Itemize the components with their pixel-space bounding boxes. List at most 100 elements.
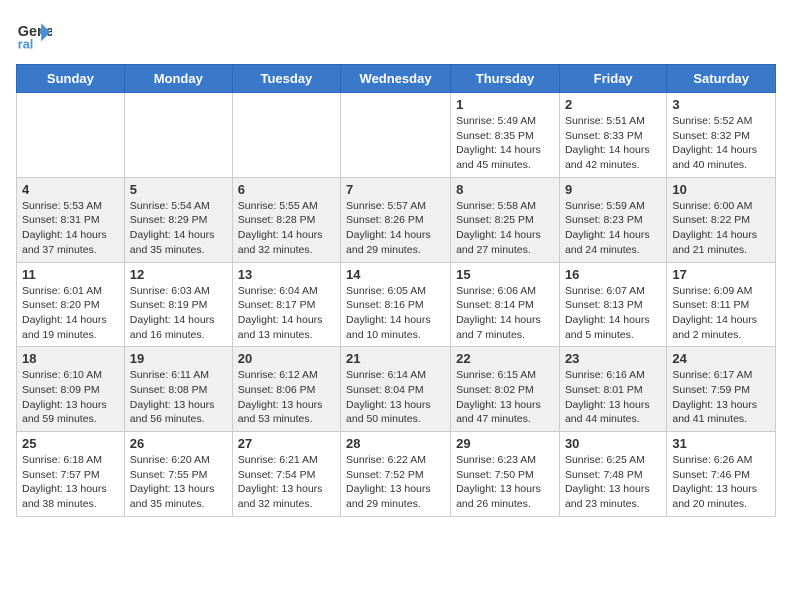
date-number: 14 <box>346 267 445 282</box>
date-number: 28 <box>346 436 445 451</box>
calendar-cell: 11 Sunrise: 6:01 AMSunset: 8:20 PMDayligh… <box>17 262 125 347</box>
cell-info: Sunrise: 6:21 AMSunset: 7:54 PMDaylight:… <box>238 453 335 512</box>
cell-info: Sunrise: 5:49 AMSunset: 8:35 PMDaylight:… <box>456 114 554 173</box>
week-row-3: 11 Sunrise: 6:01 AMSunset: 8:20 PMDayligh… <box>17 262 776 347</box>
cell-info: Sunrise: 6:20 AMSunset: 7:55 PMDaylight:… <box>130 453 227 512</box>
cell-info: Sunrise: 5:53 AMSunset: 8:31 PMDaylight:… <box>22 199 119 258</box>
calendar-cell: 2 Sunrise: 5:51 AMSunset: 8:33 PMDaylight… <box>559 93 666 178</box>
calendar-cell: 15 Sunrise: 6:06 AMSunset: 8:14 PMDayligh… <box>451 262 560 347</box>
date-number: 6 <box>238 182 335 197</box>
date-number: 4 <box>22 182 119 197</box>
cell-info: Sunrise: 5:51 AMSunset: 8:33 PMDaylight:… <box>565 114 661 173</box>
date-number: 10 <box>672 182 770 197</box>
cell-info: Sunrise: 6:09 AMSunset: 8:11 PMDaylight:… <box>672 284 770 343</box>
week-row-1: 1 Sunrise: 5:49 AMSunset: 8:35 PMDaylight… <box>17 93 776 178</box>
calendar-cell: 28 Sunrise: 6:22 AMSunset: 7:52 PMDayligh… <box>341 432 451 517</box>
day-header-thursday: Thursday <box>451 65 560 93</box>
date-number: 26 <box>130 436 227 451</box>
date-number: 27 <box>238 436 335 451</box>
cell-info: Sunrise: 5:58 AMSunset: 8:25 PMDaylight:… <box>456 199 554 258</box>
calendar-cell: 5Sunrise: 5:54 AMSunset: 8:29 PMDaylight… <box>124 177 232 262</box>
calendar-cell: 25Sunrise: 6:18 AMSunset: 7:57 PMDayligh… <box>17 432 125 517</box>
day-header-friday: Friday <box>559 65 666 93</box>
day-header-sunday: Sunday <box>17 65 125 93</box>
date-number: 16 <box>565 267 661 282</box>
cell-info: Sunrise: 6:00 AMSunset: 8:22 PMDaylight:… <box>672 199 770 258</box>
date-number: 22 <box>456 351 554 366</box>
date-number: 15 <box>456 267 554 282</box>
week-row-4: 18Sunrise: 6:10 AMSunset: 8:09 PMDayligh… <box>17 347 776 432</box>
cell-info: Sunrise: 5:52 AMSunset: 8:32 PMDaylight:… <box>672 114 770 173</box>
day-header-monday: Monday <box>124 65 232 93</box>
date-number: 23 <box>565 351 661 366</box>
logo-icon: Gene ral <box>16 16 52 52</box>
days-header-row: SundayMondayTuesdayWednesdayThursdayFrid… <box>17 65 776 93</box>
calendar-cell: 17 Sunrise: 6:09 AMSunset: 8:11 PMDayligh… <box>667 262 776 347</box>
date-number: 9 <box>565 182 661 197</box>
week-row-5: 25Sunrise: 6:18 AMSunset: 7:57 PMDayligh… <box>17 432 776 517</box>
date-number: 17 <box>672 267 770 282</box>
day-header-tuesday: Tuesday <box>232 65 340 93</box>
date-number: 11 <box>22 267 119 282</box>
cell-info: Sunrise: 6:06 AMSunset: 8:14 PMDaylight:… <box>456 284 554 343</box>
date-number: 13 <box>238 267 335 282</box>
cell-info: Sunrise: 6:01 AMSunset: 8:20 PMDaylight:… <box>22 284 119 343</box>
date-number: 7 <box>346 182 445 197</box>
calendar-cell: 24 Sunrise: 6:17 AMSunset: 7:59 PMDayligh… <box>667 347 776 432</box>
date-number: 1 <box>456 97 554 112</box>
cell-info: Sunrise: 6:04 AMSunset: 8:17 PMDaylight:… <box>238 284 335 343</box>
calendar-cell: 29Sunrise: 6:23 AMSunset: 7:50 PMDayligh… <box>451 432 560 517</box>
calendar-cell <box>17 93 125 178</box>
cell-info: Sunrise: 5:55 AMSunset: 8:28 PMDaylight:… <box>238 199 335 258</box>
calendar-cell: 9Sunrise: 5:59 AMSunset: 8:23 PMDaylight… <box>559 177 666 262</box>
date-number: 8 <box>456 182 554 197</box>
date-number: 29 <box>456 436 554 451</box>
calendar-cell: 30 Sunrise: 6:25 AMSunset: 7:48 PMDayligh… <box>559 432 666 517</box>
date-number: 18 <box>22 351 119 366</box>
day-header-wednesday: Wednesday <box>341 65 451 93</box>
week-row-2: 4 Sunrise: 5:53 AMSunset: 8:31 PMDaylight… <box>17 177 776 262</box>
date-number: 12 <box>130 267 227 282</box>
date-number: 3 <box>672 97 770 112</box>
calendar-cell: 27 Sunrise: 6:21 AMSunset: 7:54 PMDayligh… <box>232 432 340 517</box>
cell-info: Sunrise: 5:57 AMSunset: 8:26 PMDaylight:… <box>346 199 445 258</box>
calendar-cell: 10 Sunrise: 6:00 AMSunset: 8:22 PMDayligh… <box>667 177 776 262</box>
calendar-cell: 22 Sunrise: 6:15 AMSunset: 8:02 PMDayligh… <box>451 347 560 432</box>
calendar-cell: 23 Sunrise: 6:16 AMSunset: 8:01 PMDayligh… <box>559 347 666 432</box>
date-number: 2 <box>565 97 661 112</box>
day-header-saturday: Saturday <box>667 65 776 93</box>
cell-info: Sunrise: 6:15 AMSunset: 8:02 PMDaylight:… <box>456 368 554 427</box>
calendar-table: SundayMondayTuesdayWednesdayThursdayFrid… <box>16 64 776 517</box>
calendar-cell: 20 Sunrise: 6:12 AMSunset: 8:06 PMDayligh… <box>232 347 340 432</box>
calendar-cell: 14 Sunrise: 6:05 AMSunset: 8:16 PMDayligh… <box>341 262 451 347</box>
calendar-cell: 1 Sunrise: 5:49 AMSunset: 8:35 PMDaylight… <box>451 93 560 178</box>
cell-info: Sunrise: 6:12 AMSunset: 8:06 PMDaylight:… <box>238 368 335 427</box>
calendar-cell <box>124 93 232 178</box>
calendar-cell: 21 Sunrise: 6:14 AMSunset: 8:04 PMDayligh… <box>341 347 451 432</box>
calendar-cell: 19Sunrise: 6:11 AMSunset: 8:08 PMDayligh… <box>124 347 232 432</box>
calendar-cell: 26 Sunrise: 6:20 AMSunset: 7:55 PMDayligh… <box>124 432 232 517</box>
date-number: 21 <box>346 351 445 366</box>
cell-info: Sunrise: 6:18 AMSunset: 7:57 PMDaylight:… <box>22 453 119 512</box>
calendar-cell: 12 Sunrise: 6:03 AMSunset: 8:19 PMDayligh… <box>124 262 232 347</box>
cell-info: Sunrise: 6:25 AMSunset: 7:48 PMDaylight:… <box>565 453 661 512</box>
calendar-cell: 8 Sunrise: 5:58 AMSunset: 8:25 PMDaylight… <box>451 177 560 262</box>
date-number: 30 <box>565 436 661 451</box>
calendar-cell: 4 Sunrise: 5:53 AMSunset: 8:31 PMDaylight… <box>17 177 125 262</box>
date-number: 20 <box>238 351 335 366</box>
cell-info: Sunrise: 6:16 AMSunset: 8:01 PMDaylight:… <box>565 368 661 427</box>
cell-info: Sunrise: 5:54 AMSunset: 8:29 PMDaylight:… <box>130 199 227 258</box>
calendar-cell: 3 Sunrise: 5:52 AMSunset: 8:32 PMDaylight… <box>667 93 776 178</box>
calendar-cell: 6 Sunrise: 5:55 AMSunset: 8:28 PMDaylight… <box>232 177 340 262</box>
date-number: 19 <box>130 351 227 366</box>
page-header: Gene ral <box>16 16 776 52</box>
cell-info: Sunrise: 6:14 AMSunset: 8:04 PMDaylight:… <box>346 368 445 427</box>
date-number: 24 <box>672 351 770 366</box>
cell-info: Sunrise: 6:17 AMSunset: 7:59 PMDaylight:… <box>672 368 770 427</box>
date-number: 31 <box>672 436 770 451</box>
cell-info: Sunrise: 6:03 AMSunset: 8:19 PMDaylight:… <box>130 284 227 343</box>
calendar-cell <box>232 93 340 178</box>
cell-info: Sunrise: 6:22 AMSunset: 7:52 PMDaylight:… <box>346 453 445 512</box>
logo: Gene ral <box>16 16 56 52</box>
cell-info: Sunrise: 6:05 AMSunset: 8:16 PMDaylight:… <box>346 284 445 343</box>
